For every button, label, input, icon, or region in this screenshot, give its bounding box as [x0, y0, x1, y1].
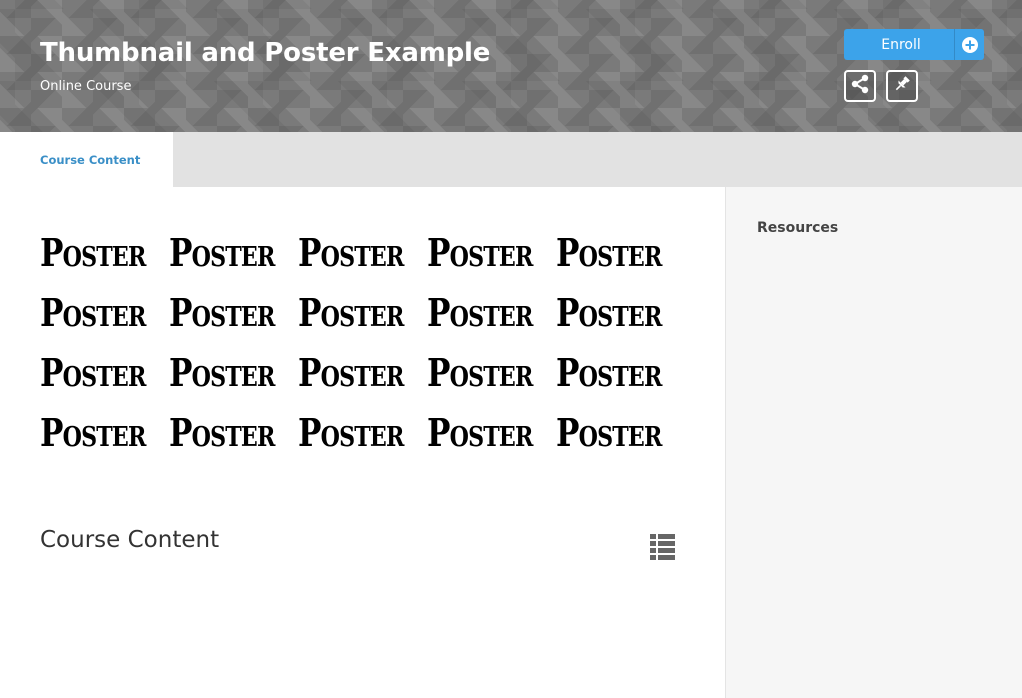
poster-image: Poster Poster Poster Poster Poster Poste…	[40, 223, 685, 463]
resources-sidebar: Resources	[725, 187, 1022, 698]
poster-word: Poster	[298, 230, 404, 275]
main-content: Poster Poster Poster Poster Poster Poste…	[0, 187, 725, 698]
poster-word: Poster	[169, 290, 275, 335]
list-view-icon[interactable]	[650, 534, 675, 560]
poster-word: Poster	[427, 410, 533, 455]
course-header: Thumbnail and Poster Example Online Cour…	[0, 0, 1022, 132]
poster-word: Poster	[556, 410, 662, 455]
pin-button[interactable]	[886, 70, 918, 102]
plus-circle-icon	[954, 29, 984, 60]
poster-word: Poster	[427, 350, 533, 395]
resources-heading: Resources	[757, 220, 839, 236]
poster-word: Poster	[40, 230, 146, 275]
poster-word: Poster	[556, 230, 662, 275]
course-title: Thumbnail and Poster Example	[40, 38, 491, 68]
enroll-button[interactable]: Enroll	[844, 29, 984, 60]
tab-course-content[interactable]: Course Content	[0, 132, 173, 187]
share-button[interactable]	[844, 70, 876, 102]
poster-word: Poster	[169, 410, 275, 455]
poster-word: Poster	[298, 290, 404, 335]
poster-word: Poster	[40, 290, 146, 335]
poster-word: Poster	[298, 410, 404, 455]
course-content-heading: Course Content	[40, 527, 220, 553]
poster-word: Poster	[169, 230, 275, 275]
poster-word: Poster	[40, 350, 146, 395]
pushpin-icon	[892, 74, 912, 99]
tab-bar: Course Content	[0, 132, 1022, 187]
course-subtitle: Online Course	[40, 79, 132, 94]
poster-word: Poster	[427, 290, 533, 335]
tab-label: Course Content	[40, 152, 141, 167]
share-icon	[850, 74, 870, 99]
poster-word: Poster	[169, 350, 275, 395]
enroll-label: Enroll	[881, 36, 921, 53]
poster-word: Poster	[427, 230, 533, 275]
poster-word: Poster	[298, 350, 404, 395]
poster-word: Poster	[556, 290, 662, 335]
poster-word: Poster	[40, 410, 146, 455]
poster-word: Poster	[556, 350, 662, 395]
